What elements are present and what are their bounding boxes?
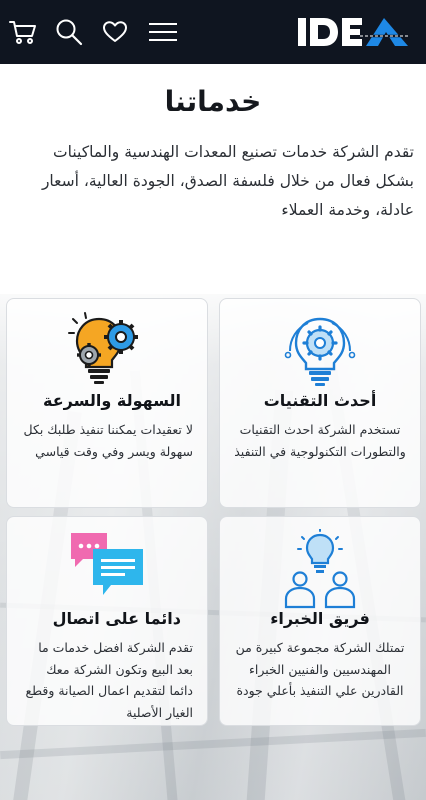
cart-icon: [9, 21, 36, 44]
page-title: خدماتنا: [164, 85, 262, 118]
menu-icon: [149, 23, 177, 41]
service-card-always-connected[interactable]: دائما على اتصال تقدم الشركة افضل خدمات م…: [6, 516, 208, 726]
service-card-expert-team[interactable]: فريق الخبراء تمتلك الشركة مجموعة كبيرة م…: [219, 516, 421, 726]
service-description: تقدم الشركة افضل خدمات ما بعد البيع وتكو…: [25, 640, 193, 720]
service-title: فريق الخبراء: [270, 609, 370, 628]
service-description: تستخدم الشركة احدث التقنيات والتطورات ال…: [234, 422, 406, 459]
search-button[interactable]: [54, 17, 84, 47]
menu-button[interactable]: [146, 17, 180, 47]
services-intro: خدماتنا تقدم الشركة خدمات تصنيع المعدات …: [0, 64, 426, 294]
service-description: تمتلك الشركة مجموعة كبيرة من المهندسيين …: [235, 640, 405, 698]
service-description: لا تعقيدات يمكننا تنفيذ طلبك بكل سهولة و…: [23, 422, 193, 459]
service-title: السهولة والسرعة: [43, 391, 181, 410]
heart-icon: [103, 21, 127, 42]
service-card-ease-speed[interactable]: السهولة والسرعة لا تعقيدات يمكننا تنفيذ …: [6, 298, 208, 508]
wishlist-button[interactable]: [100, 17, 130, 47]
cart-button[interactable]: [8, 17, 38, 47]
top-navigation-bar: [0, 0, 426, 64]
brand-logo[interactable]: [296, 12, 412, 52]
bulb-gears-icon: [68, 312, 138, 384]
intro-paragraph: تقدم الشركة خدمات تصنيع المعدات الهندسية…: [41, 143, 414, 219]
bulb-gear-icon: [284, 317, 356, 386]
header-actions: [8, 17, 180, 47]
search-icon: [56, 19, 83, 46]
service-card-latest-tech[interactable]: أحدث التقنيات تستخدم الشركة احدث التقنيا…: [219, 298, 421, 508]
team-icon: [284, 529, 356, 609]
chat-bubbles-icon: [71, 533, 143, 595]
service-title: أحدث التقنيات: [263, 391, 377, 410]
service-title: دائما على اتصال: [52, 609, 181, 628]
idea-logo-icon: [298, 18, 410, 46]
